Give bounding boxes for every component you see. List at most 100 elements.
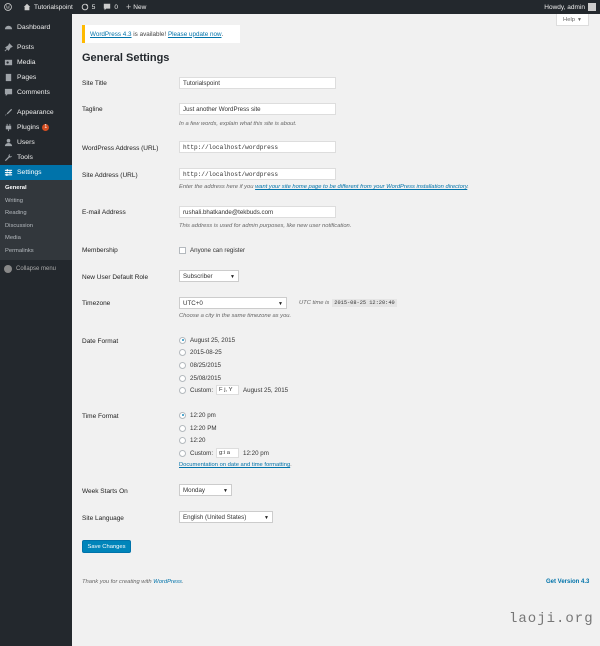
sidebar-item-settings[interactable]: Settings bbox=[0, 165, 72, 180]
wordpress-logo-icon: W bbox=[4, 3, 12, 11]
time-format-custom-option[interactable]: Custom: g:i a 12:20 pm bbox=[179, 448, 269, 458]
updates-link[interactable]: 5 bbox=[77, 0, 100, 14]
sidebar-item-label: Posts bbox=[17, 44, 34, 51]
site-language-select[interactable]: English (United States) ▼ bbox=[179, 511, 273, 523]
sidebar-item-label: Pages bbox=[17, 74, 37, 81]
wordpress-logo-button[interactable]: W bbox=[0, 0, 19, 14]
time-format-option[interactable]: 12:20 pm bbox=[179, 410, 216, 420]
date-format-option-label: 25/08/2015 bbox=[190, 374, 221, 382]
submenu-item-writing[interactable]: Writing bbox=[0, 195, 72, 208]
wordpress-address-input[interactable]: http://localhost/wordpress bbox=[179, 141, 336, 153]
new-content-link[interactable]: + New bbox=[122, 0, 150, 14]
page-icon bbox=[4, 73, 13, 82]
update-now-link[interactable]: Please update now bbox=[168, 31, 222, 38]
timezone-select[interactable]: UTC+0 ▼ bbox=[179, 297, 287, 309]
custom-label: Custom: bbox=[190, 386, 214, 394]
date-time-documentation-link[interactable]: Documentation on date and time formattin… bbox=[179, 462, 290, 468]
custom-date-format-input[interactable]: F j, Y bbox=[216, 385, 240, 395]
week-starts-select[interactable]: Monday ▼ bbox=[179, 484, 232, 496]
settings-icon bbox=[4, 168, 13, 177]
notice-period: . bbox=[221, 30, 224, 38]
admin-sidebar: Dashboard Posts Media Pages Comments App… bbox=[0, 14, 72, 646]
date-format-option[interactable]: August 25, 2015 bbox=[179, 335, 235, 345]
footer-thanks-text: Thank you for creating with bbox=[82, 579, 154, 585]
anyone-can-register-checkbox[interactable] bbox=[179, 246, 186, 254]
date-format-option-label: August 25, 2015 bbox=[190, 336, 236, 344]
sidebar-item-posts[interactable]: Posts bbox=[0, 40, 72, 55]
get-version-link[interactable]: Get Version 4.3 bbox=[546, 579, 589, 585]
sidebar-item-media[interactable]: Media bbox=[0, 55, 72, 70]
chevron-down-icon: ▼ bbox=[230, 274, 235, 280]
tagline-input[interactable]: Just another WordPress site bbox=[179, 103, 336, 115]
site-title-input[interactable]: Tutorialspoint bbox=[179, 77, 336, 89]
utc-time-label: UTC time is bbox=[299, 300, 330, 306]
default-role-select[interactable]: Subscriber ▼ bbox=[179, 270, 239, 282]
anyone-can-register-option[interactable]: Anyone can register bbox=[179, 245, 245, 255]
time-format-option-label: 12:20 bbox=[190, 436, 206, 444]
site-name-link[interactable]: Tutorialspoint bbox=[19, 0, 77, 14]
submenu-item-reading[interactable]: Reading bbox=[0, 207, 72, 220]
radio-button[interactable] bbox=[179, 348, 186, 356]
radio-button[interactable] bbox=[179, 449, 186, 457]
date-format-label: Date Format bbox=[82, 338, 119, 345]
sidebar-item-plugins[interactable]: Plugins 1 bbox=[0, 120, 72, 135]
utc-time-value: 2015-08-25 12:20:40 bbox=[332, 299, 397, 307]
sidebar-item-tools[interactable]: Tools bbox=[0, 150, 72, 165]
comment-bubble-icon bbox=[104, 3, 111, 11]
comments-link[interactable]: 0 bbox=[99, 0, 122, 14]
sidebar-item-label: Comments bbox=[17, 89, 50, 96]
submenu-item-permalinks[interactable]: Permalinks bbox=[0, 245, 72, 258]
date-format-option[interactable]: 2015-08-25 bbox=[179, 347, 222, 357]
plug-icon bbox=[4, 123, 13, 132]
radio-button[interactable] bbox=[179, 436, 186, 444]
time-format-option[interactable]: 12:20 bbox=[179, 435, 205, 445]
radio-button-selected[interactable] bbox=[179, 411, 186, 419]
site-address-input[interactable]: http://localhost/wordpress bbox=[179, 168, 336, 180]
anyone-can-register-label: Anyone can register bbox=[190, 246, 246, 254]
site-address-help-link[interactable]: want your site home page to be different… bbox=[255, 184, 467, 190]
avatar bbox=[588, 3, 596, 11]
updates-icon bbox=[81, 3, 89, 11]
sidebar-item-comments[interactable]: Comments bbox=[0, 85, 72, 100]
radio-button[interactable] bbox=[179, 374, 186, 382]
footer-thanks: Thank you for creating with WordPress. bbox=[82, 579, 184, 585]
date-format-option[interactable]: 08/25/2015 bbox=[179, 360, 221, 370]
site-title-label: Site Title bbox=[82, 80, 107, 87]
tagline-label: Tagline bbox=[82, 106, 103, 113]
timezone-description: Choose a city in the same timezone as yo… bbox=[179, 313, 292, 319]
wordpress-version-link[interactable]: WordPress 4.3 bbox=[90, 31, 132, 38]
collapse-menu-button[interactable]: Collapse menu bbox=[0, 262, 72, 276]
my-account-link[interactable]: Howdy, admin bbox=[544, 3, 600, 11]
submenu-item-discussion[interactable]: Discussion bbox=[0, 220, 72, 233]
save-changes-button[interactable]: Save Changes bbox=[82, 540, 131, 553]
date-format-option[interactable]: 25/08/2015 bbox=[179, 373, 221, 383]
date-format-option-label: 08/25/2015 bbox=[190, 361, 221, 369]
sidebar-item-users[interactable]: Users bbox=[0, 135, 72, 150]
radio-button[interactable] bbox=[179, 424, 186, 432]
sidebar-item-pages[interactable]: Pages bbox=[0, 70, 72, 85]
plugins-update-badge: 1 bbox=[42, 124, 50, 131]
email-input[interactable]: rushali.bhatkande@tekbuds.com bbox=[179, 206, 336, 218]
radio-button[interactable] bbox=[179, 361, 186, 369]
radio-button[interactable] bbox=[179, 386, 186, 394]
chevron-down-icon: ▼ bbox=[223, 488, 228, 494]
sidebar-item-dashboard[interactable]: Dashboard bbox=[0, 20, 72, 35]
custom-time-format-input[interactable]: g:i a bbox=[216, 448, 240, 458]
custom-time-preview: 12:20 pm bbox=[243, 449, 269, 457]
wordpress-link[interactable]: WordPress bbox=[153, 579, 182, 585]
time-format-option[interactable]: 12:20 PM bbox=[179, 423, 216, 433]
custom-label: Custom: bbox=[190, 449, 214, 457]
plus-icon: + bbox=[126, 2, 132, 12]
wrench-icon bbox=[4, 153, 13, 162]
update-notice: WordPress 4.3 is available! Please updat… bbox=[82, 25, 240, 43]
timezone-value: UTC+0 bbox=[183, 299, 203, 307]
user-icon bbox=[4, 138, 13, 147]
radio-button-selected[interactable] bbox=[179, 336, 186, 344]
submenu-item-general[interactable]: General bbox=[0, 182, 72, 195]
help-tab-button[interactable]: Help ▼ bbox=[556, 14, 589, 26]
media-icon bbox=[4, 58, 13, 67]
sidebar-item-appearance[interactable]: Appearance bbox=[0, 105, 72, 120]
submenu-item-media[interactable]: Media bbox=[0, 232, 72, 245]
admin-bar: W Tutorialspoint 5 0 + New Howdy, admin bbox=[0, 0, 600, 14]
date-format-custom-option[interactable]: Custom: F j, Y August 25, 2015 bbox=[179, 385, 288, 395]
